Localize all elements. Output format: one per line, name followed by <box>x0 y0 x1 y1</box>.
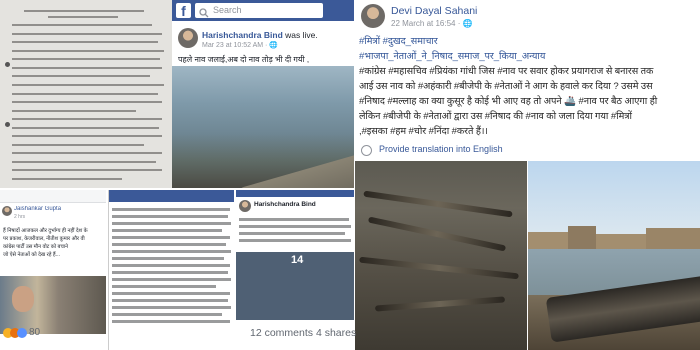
post-line-1: #मित्रों #दुखद_समाचार <box>359 36 438 47</box>
post-line-2: #भाजपा_नेताओं_ने_निषाद_समाज_पर_किया_अन्य… <box>359 51 546 62</box>
post-timestamp[interactable]: 2 hrs <box>14 214 25 220</box>
river-photo[interactable] <box>172 66 354 188</box>
fb-top-bar: f Search <box>172 0 354 21</box>
post-line-4: जो ऐसे नेताओं को देख रहे हैं... <box>3 252 60 258</box>
like-reaction-icon[interactable] <box>17 328 27 338</box>
riverbank-shape <box>236 153 354 188</box>
avatar[interactable] <box>239 200 251 212</box>
post-line-4: आई उस नाव को #अहंकारी #बीजेपी के #नेताओं… <box>359 81 653 92</box>
post-line-7: ,#इसका #हम #चोर #निंदा #करते हैं।। <box>359 126 488 137</box>
post-author-name[interactable]: Devi Dayal Sahani <box>391 5 477 17</box>
post-line-1: हैं निषादों आजकल और दुर्भाग्य ही नहीं दे… <box>3 228 88 234</box>
fb-hashtag-post-card: Devi Dayal Sahani 22 March at 16:54 · 🌐 … <box>355 0 700 160</box>
post-timestamp[interactable]: Mar 23 at 10:52 AM · 🌐 <box>202 41 278 49</box>
search-placeholder: Search <box>213 5 242 15</box>
facebook-logo-icon[interactable]: f <box>176 3 191 19</box>
post-author-name[interactable]: Harishchandra Bind <box>254 201 316 208</box>
globe-icon: 🌐 <box>462 19 473 28</box>
post-line-5: #निषाद #मल्लाह का क्या कुसूर है कोई भी आ… <box>359 96 658 107</box>
comments-shares-count[interactable]: 12 comments 4 shares <box>250 327 356 339</box>
post-line-3: #कांग्रेस #महासचिव #प्रियंका गांधी जिस #… <box>359 66 654 77</box>
post-action-text: was live. <box>282 30 318 40</box>
post-line-6: लेकिन #बीजेपी के #नेताओं द्वारा उस #निषा… <box>359 111 632 122</box>
photo-count-overlay: 14 <box>291 254 304 266</box>
post-author-name[interactable]: Jaishankar Gupta <box>14 206 61 212</box>
burned-boat-photo[interactable] <box>355 161 527 350</box>
post-line-3: कांग्रेस पार्टी उस मौन वोट को बचाने <box>3 244 68 250</box>
avatar[interactable] <box>178 28 198 48</box>
scanned-letter-image <box>0 0 172 188</box>
avatar[interactable] <box>2 206 12 216</box>
ghat-river-photo[interactable] <box>528 161 700 350</box>
reaction-count[interactable]: 80 <box>29 327 40 338</box>
post-text: पहले नाव जलाई,अब दो नाव तोड़ भी दी गयी , <box>178 55 310 64</box>
post-author-line: Harishchandra Bind was live. <box>202 30 318 40</box>
fb-text-post-screenshot <box>108 190 234 350</box>
search-input[interactable]: Search <box>195 3 323 18</box>
post-line-2: पर प्रकाश, केजरीवाल, नीतीश कुमार और वी <box>3 236 85 242</box>
translate-globe-icon <box>361 145 372 156</box>
post-author-name[interactable]: Harishchandra Bind <box>202 30 283 40</box>
avatar[interactable] <box>361 4 385 28</box>
post-timestamp[interactable]: 22 March at 16:54 · 🌐 <box>391 19 473 28</box>
fb-live-post-card: f Search Harishchandra Bind was live. Ma… <box>172 0 354 188</box>
fb-shared-post-card: Jaishankar Gupta 2 hrs हैं निषादों आजकल … <box>0 190 106 350</box>
search-icon <box>199 5 209 23</box>
translate-link[interactable]: Provide translation into English <box>379 144 503 154</box>
globe-icon: 🌐 <box>269 42 279 49</box>
